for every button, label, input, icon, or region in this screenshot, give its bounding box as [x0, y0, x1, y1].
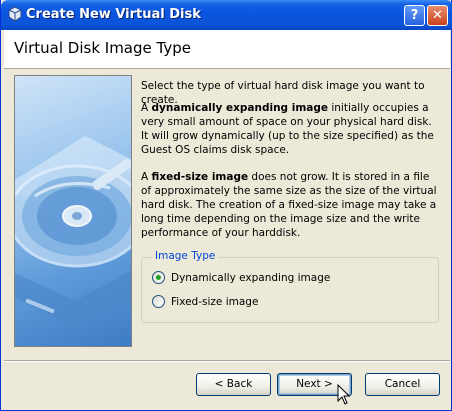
title-bar[interactable]: Create New Virtual Disk ? ✕ [1, 0, 452, 30]
back-button[interactable]: < Back [196, 373, 271, 396]
dynamic-term: dynamically expanding image [151, 102, 328, 114]
wizard-body: Select the type of virtual hard disk ima… [4, 69, 450, 358]
close-icon: ✕ [432, 8, 443, 23]
virtualbox-icon [8, 6, 22, 22]
radio-fixed[interactable]: Fixed-size image [152, 295, 258, 308]
hard-disk-icon [15, 136, 131, 326]
close-button[interactable]: ✕ [427, 5, 448, 26]
image-type-group: Image Type Dynamically expanding image F… [141, 250, 439, 323]
image-type-legend: Image Type [152, 250, 219, 262]
dynamic-prefix: A [141, 102, 152, 114]
dynamic-description: A dynamically expanding image initially … [141, 101, 441, 157]
help-icon: ? [410, 8, 419, 23]
wizard-header: Virtual Disk Image Type [4, 30, 450, 69]
window-title: Create New Virtual Disk [26, 7, 201, 22]
help-button[interactable]: ? [404, 5, 425, 26]
footer-separator [4, 360, 450, 362]
dialog-window: Create New Virtual Disk ? ✕ Virtual Disk… [0, 0, 452, 411]
radio-dynamic[interactable]: Dynamically expanding image [152, 271, 330, 284]
fixed-term: fixed-size image [151, 171, 249, 183]
mouse-cursor-icon [337, 384, 351, 405]
radio-fixed-indicator[interactable] [152, 295, 165, 308]
fixed-description: A fixed-size image does not grow. It is … [141, 170, 441, 240]
cancel-button[interactable]: Cancel [365, 373, 440, 396]
hard-disk-illustration [14, 75, 132, 347]
fixed-prefix: A [141, 171, 152, 183]
radio-fixed-label[interactable]: Fixed-size image [171, 296, 258, 308]
radio-dynamic-label[interactable]: Dynamically expanding image [171, 272, 330, 284]
page-title: Virtual Disk Image Type [14, 39, 191, 57]
radio-dynamic-indicator[interactable] [152, 271, 165, 284]
